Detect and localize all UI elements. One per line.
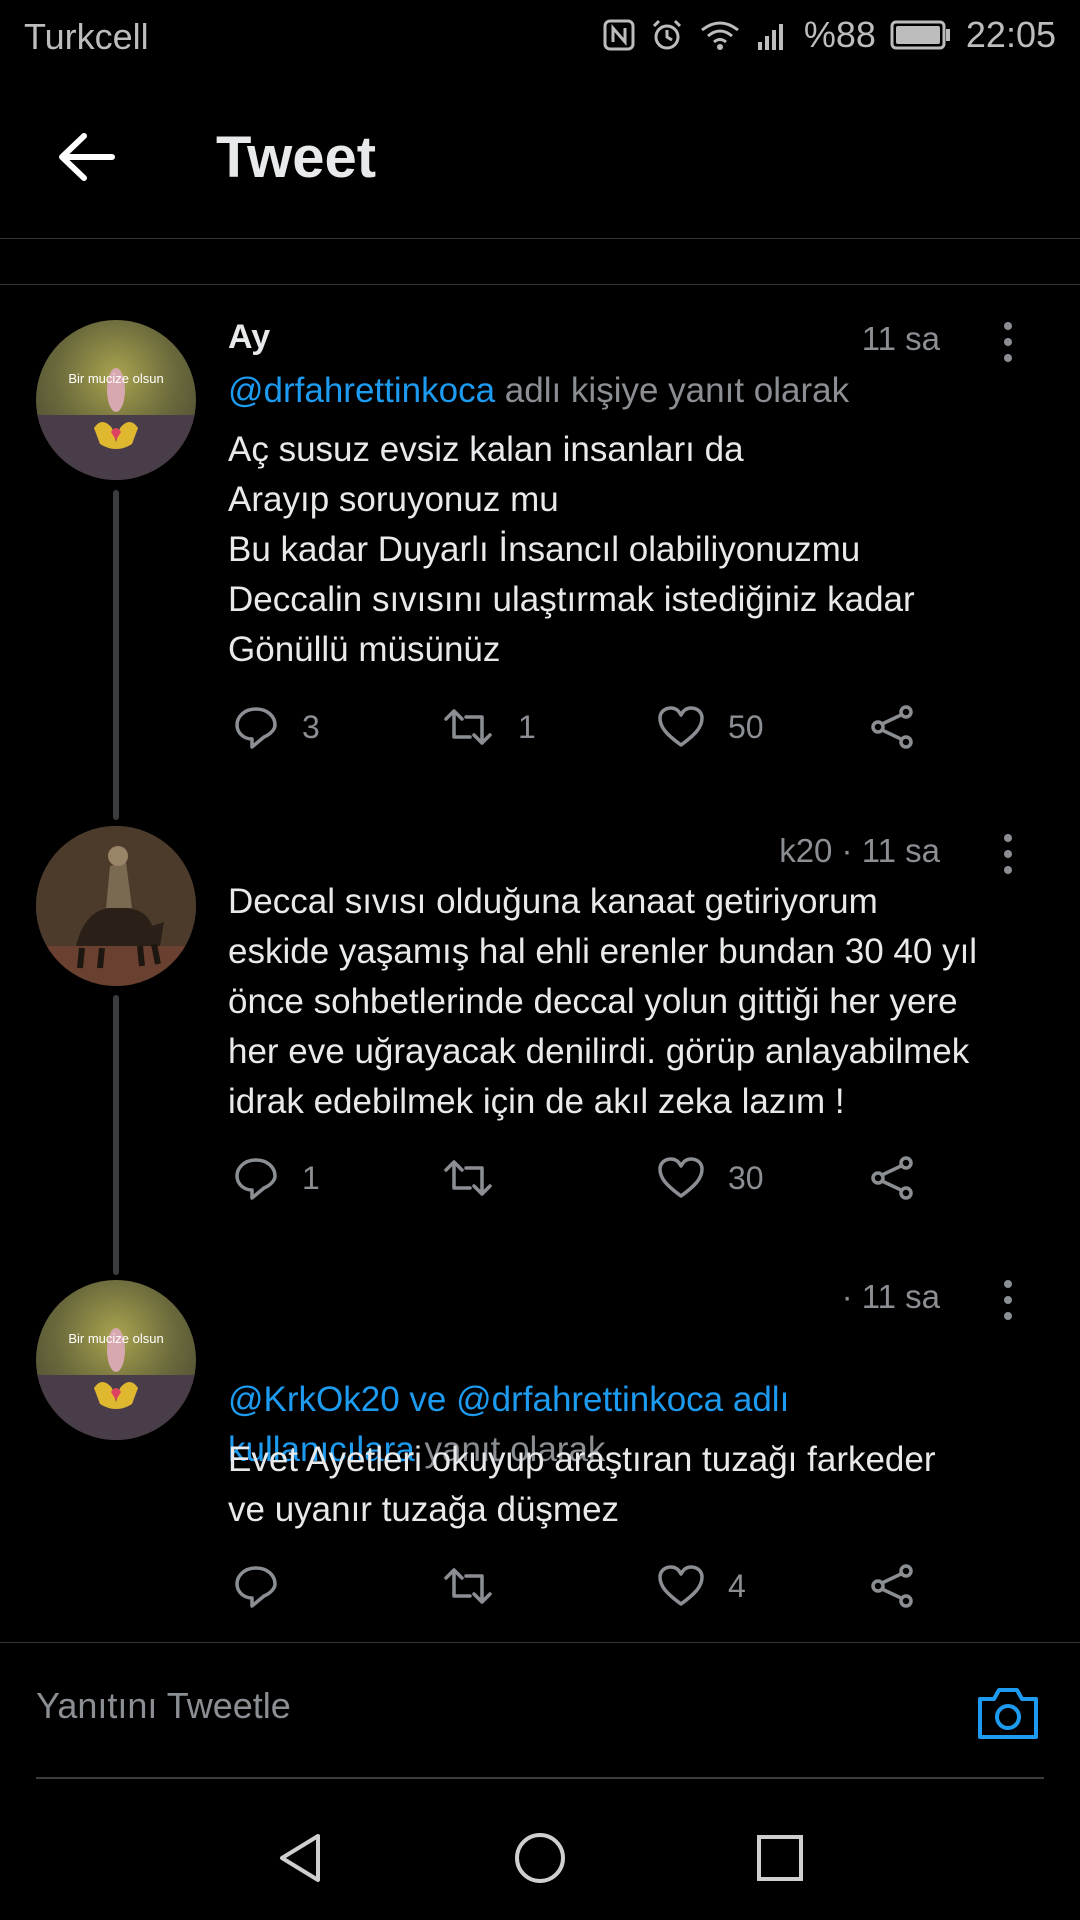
avatar-image [36, 826, 196, 986]
nfc-icon [603, 19, 635, 51]
arrow-left-icon [59, 133, 115, 181]
avatar-caption: Bir mucize olsun [68, 1331, 164, 1346]
retweet-button[interactable]: 1 [440, 703, 536, 751]
replying-to: @drfahrettinkoca adlı kişiye yanıt olara… [228, 366, 1028, 416]
page-title: Tweet [216, 125, 377, 190]
reply-count: 1 [302, 1159, 320, 1196]
tweet-actions: 1 30 [228, 1154, 948, 1214]
reply-input[interactable]: Yanıtını Tweetle [36, 1685, 291, 1727]
camera-icon [978, 1688, 1038, 1739]
home-circle-icon [515, 1833, 565, 1883]
recents-square-icon [757, 1835, 803, 1881]
heart-icon [658, 1157, 704, 1198]
thread-line [113, 490, 119, 820]
tweet-header: k20 · 11 sa [228, 830, 1028, 880]
share-icon [871, 705, 913, 749]
wifi-icon [700, 21, 739, 50]
avatar[interactable] [36, 826, 196, 986]
clock: 22:05 [965, 14, 1056, 55]
retweet-icon [444, 709, 492, 745]
carrier-label: Turkcell [24, 16, 149, 57]
share-icon [871, 1156, 913, 1200]
author-name[interactable]: Ay [228, 318, 270, 357]
share-icon [871, 1564, 913, 1608]
avatar[interactable]: Bir mucize olsun [36, 1280, 196, 1440]
nav-home-button[interactable] [512, 1830, 568, 1891]
tweet-header: Ay 11 sa [228, 318, 1028, 368]
more-vertical-icon [1004, 322, 1012, 362]
replying-suffix: adlı kişiye yanıt olarak [495, 371, 850, 410]
tweet-text: Deccal sıvısı olduğuna kanaat getiriyoru… [228, 882, 978, 1121]
back-triangle-icon [280, 1834, 320, 1882]
avatar-caption: Bir mucize olsun [68, 371, 164, 386]
reply-underline [36, 1777, 1044, 1779]
heart-icon [658, 1565, 704, 1606]
reply-icon [235, 707, 277, 749]
reply-button[interactable]: 1 [232, 1154, 320, 1202]
avatar[interactable]: Bir mucize olsun [36, 320, 196, 480]
nav-back-button[interactable] [274, 1830, 326, 1891]
system-nav-bar [0, 1800, 1080, 1920]
like-count: 50 [728, 708, 764, 745]
tweet-text: Aç susuz evsiz kalan insanları da Arayıp… [228, 430, 915, 669]
camera-button[interactable] [976, 1683, 1040, 1746]
like-button[interactable]: 4 [656, 1562, 746, 1610]
like-button[interactable]: 50 [656, 703, 764, 751]
more-options-button[interactable] [988, 830, 1028, 880]
alarm-icon [652, 19, 681, 50]
retweet-count: 1 [518, 708, 536, 745]
reply-composer: Yanıtını Tweetle [0, 1642, 1080, 1779]
retweet-icon [444, 1568, 492, 1604]
avatar-image [36, 1328, 196, 1440]
like-count: 30 [728, 1159, 764, 1196]
more-options-button[interactable] [988, 1276, 1028, 1326]
app-bar: Tweet [0, 76, 1080, 239]
like-button[interactable]: 30 [656, 1154, 764, 1202]
tweet-time: 11 sa [861, 320, 940, 357]
mention-link[interactable]: @drfahrettinkoca [228, 371, 495, 410]
retweet-icon [444, 1160, 492, 1196]
reply-count: 3 [302, 708, 320, 745]
heart-icon [658, 706, 704, 747]
reply-icon [235, 1566, 277, 1608]
tweet-text: Evet Ayetleri okuyup araştıran tuzağı fa… [228, 1440, 936, 1529]
retweet-button[interactable] [440, 1154, 518, 1202]
status-icons: %88 22:05 [602, 14, 1056, 56]
retweet-button[interactable] [440, 1562, 518, 1610]
nav-recents-button[interactable] [754, 1830, 806, 1891]
status-bar: Turkcell %88 22:05 [0, 0, 1080, 76]
signal-icon [757, 24, 783, 50]
reply-button[interactable]: 3 [232, 703, 320, 751]
divider [0, 238, 1080, 285]
reply-icon [235, 1158, 277, 1200]
thread-line [113, 995, 119, 1275]
more-vertical-icon [1004, 1280, 1012, 1320]
share-button[interactable] [868, 703, 918, 751]
more-vertical-icon [1004, 834, 1012, 874]
like-count: 4 [728, 1567, 746, 1604]
tweet-time: · 11 sa [841, 1278, 940, 1315]
battery-percent: %88 [803, 14, 876, 55]
share-button[interactable] [868, 1154, 918, 1202]
back-button[interactable] [52, 122, 122, 192]
avatar-image [36, 368, 196, 480]
tweet-time: k20 · 11 sa [779, 832, 940, 869]
reply-button[interactable] [232, 1562, 302, 1610]
more-options-button[interactable] [988, 318, 1028, 368]
tweet-actions: 4 [228, 1562, 948, 1622]
share-button[interactable] [868, 1562, 918, 1610]
battery-icon [890, 20, 950, 50]
tweet-actions: 3 1 50 [228, 703, 948, 763]
tweet-header: · 11 sa [228, 1276, 1028, 1326]
